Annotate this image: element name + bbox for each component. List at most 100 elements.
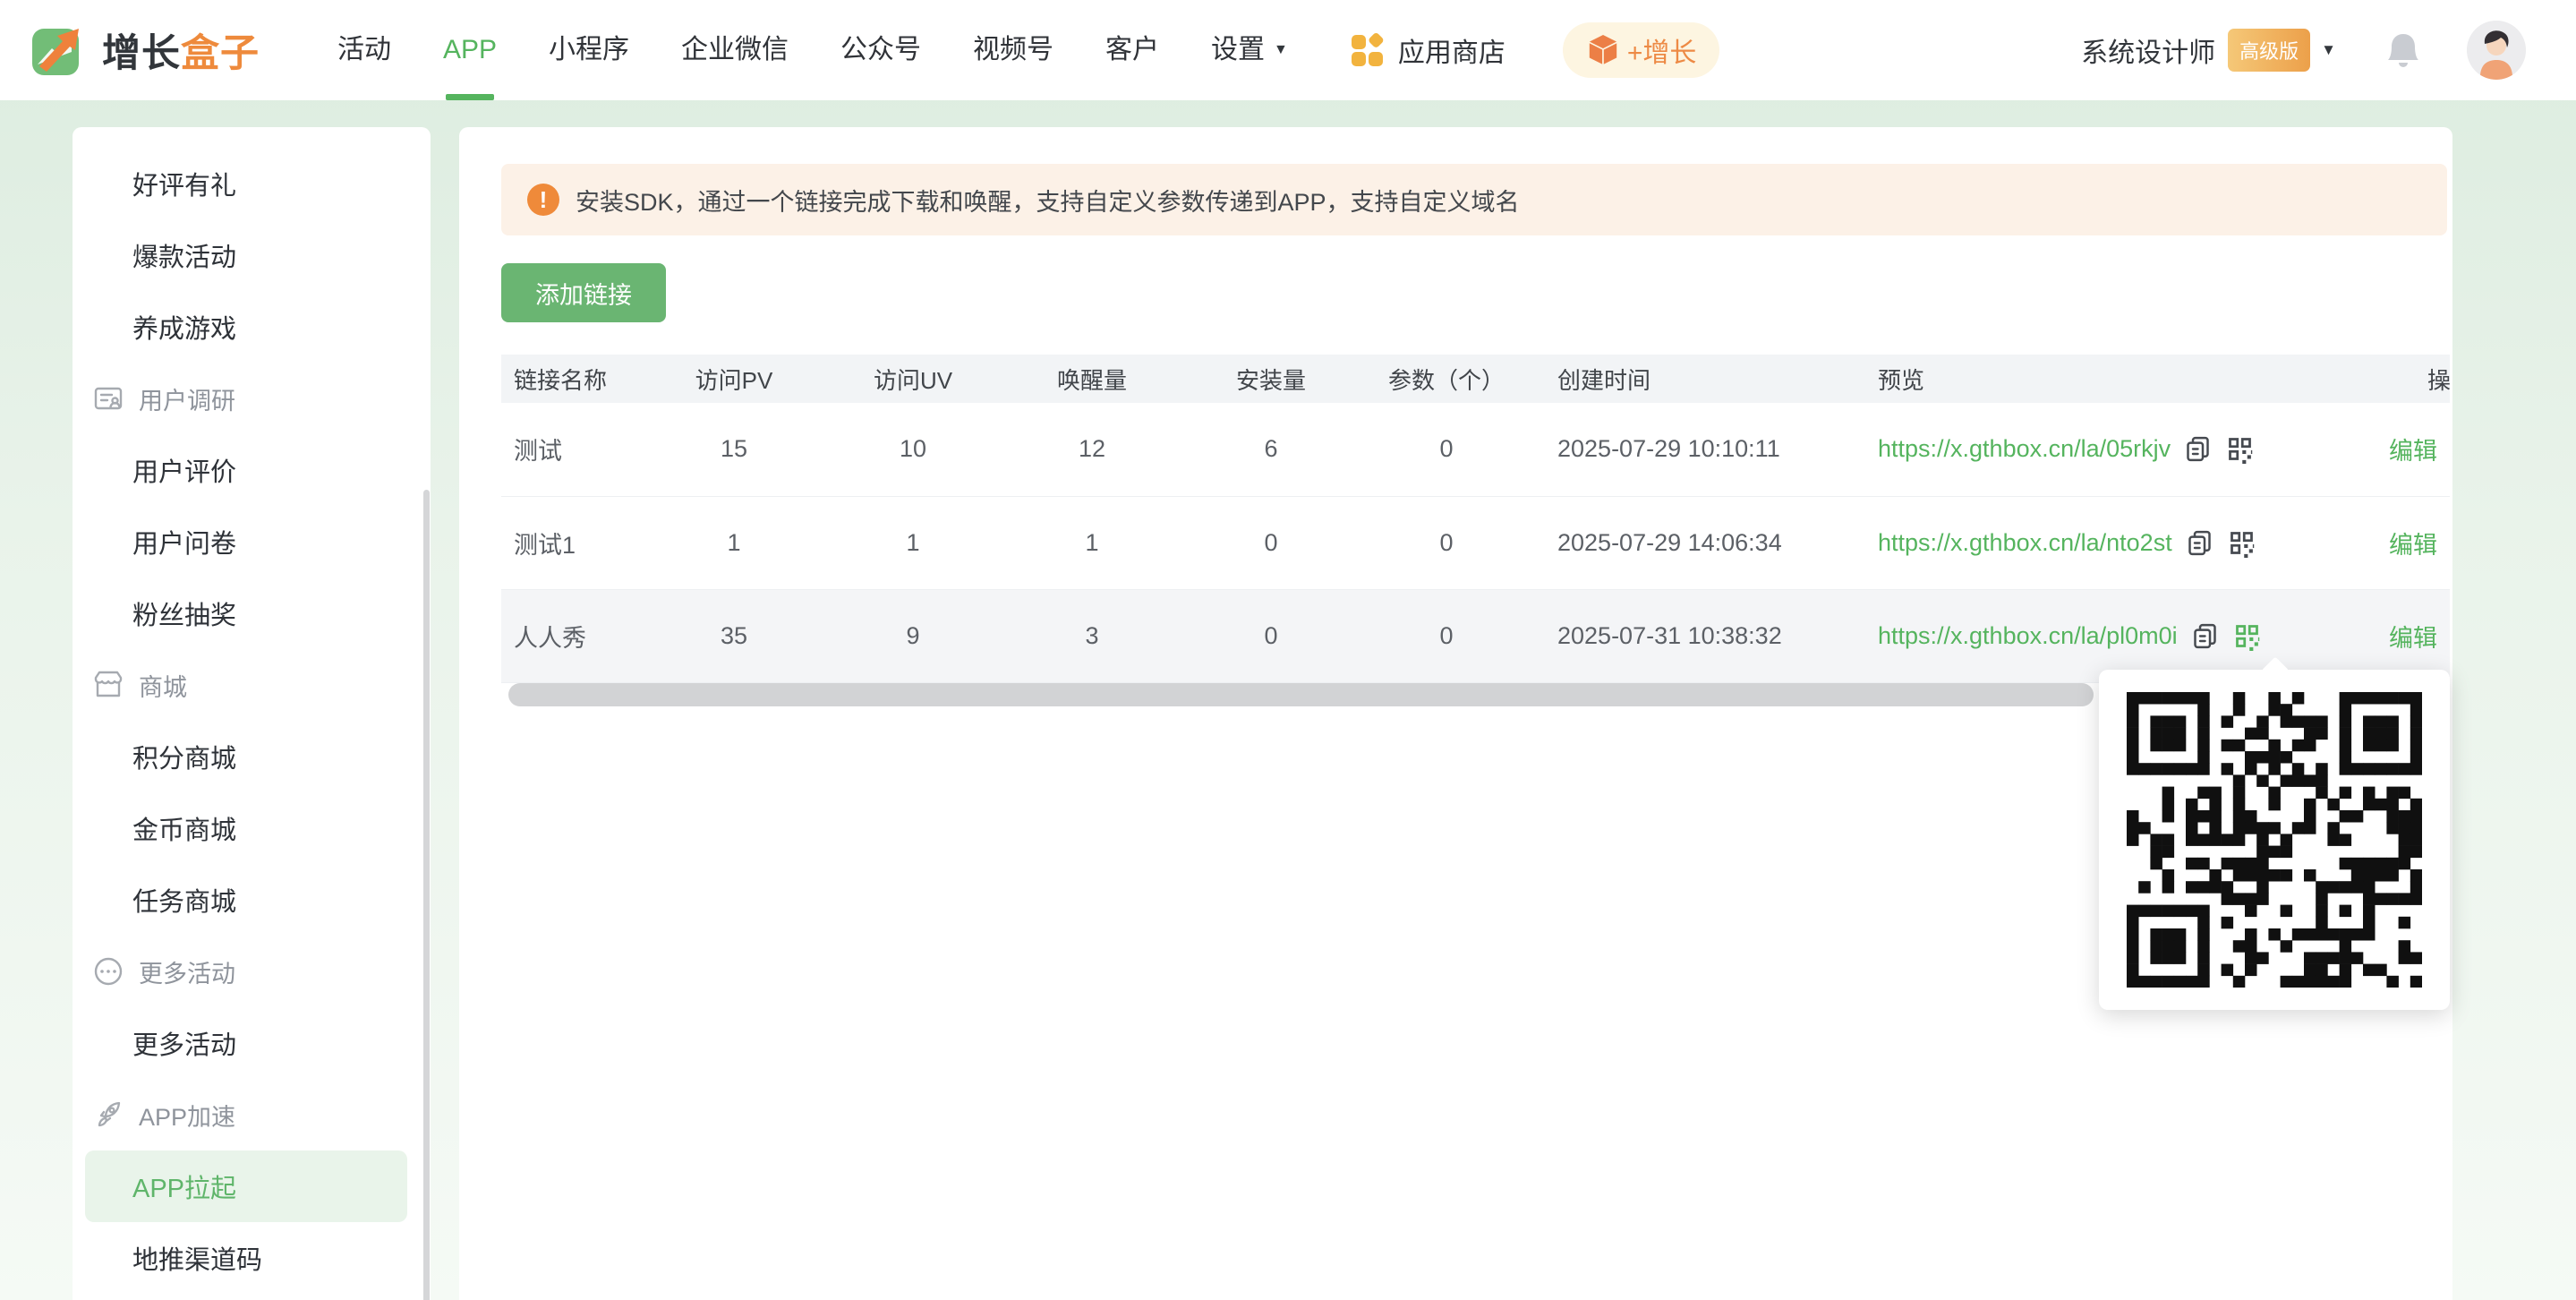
col-header-pv: 访问PV — [644, 355, 823, 403]
cell-install: 0 — [1181, 589, 1361, 683]
cube-icon — [1588, 35, 1618, 67]
cell-name: 测试 — [501, 403, 644, 497]
user-name: 系统设计师 — [2081, 38, 2216, 68]
app-store-icon — [1351, 33, 1384, 66]
sidebar-item-more-activities[interactable]: 更多活动 — [73, 1007, 431, 1079]
sidebar-item-yangcheng[interactable]: 养成游戏 — [73, 291, 431, 363]
preview-link[interactable]: https://x.gthbox.cn/la/05rkjv — [1878, 435, 2171, 463]
col-header-name: 链接名称 — [501, 355, 644, 403]
warning-icon: ! — [527, 184, 559, 216]
qrcode-icon-active[interactable] — [2232, 621, 2262, 651]
sidebar-section-label: 更多活动 — [139, 960, 235, 988]
edit-link[interactable]: 编辑 — [2389, 438, 2437, 465]
app-store-label: 应用商店 — [1397, 38, 1506, 68]
plan-badge: 高级版 — [2228, 29, 2311, 72]
sidebar-item-ditui-code[interactable]: 地推渠道码 — [73, 1222, 431, 1294]
top-nav: 活动 APP 小程序 企业微信 公众号 视频号 客户 设置 ▼ — [311, 0, 1314, 100]
sidebar-scrollbar-thumb[interactable] — [423, 490, 430, 1300]
brand-logo[interactable]: 增长盒子 — [32, 22, 260, 78]
cell-pv: 1 — [644, 496, 823, 590]
links-table-wrap: 链接名称 访问PV 访问UV 唤醒量 安装量 参数（个） 创建时间 预览 操作 … — [501, 355, 2450, 683]
tab-official-account[interactable]: 公众号 — [815, 0, 947, 100]
sidebar-item-jifen-mall[interactable]: 积分商城 — [73, 721, 431, 792]
edit-link[interactable]: 编辑 — [2389, 532, 2437, 559]
qrcode-icon[interactable] — [2225, 434, 2255, 465]
growth-plan-label: +增长 — [1626, 38, 1697, 68]
qr-popover — [2099, 656, 2450, 1010]
notification-bell-icon[interactable] — [2384, 30, 2422, 70]
brand-logo-icon — [32, 29, 79, 75]
survey-icon — [94, 387, 123, 410]
col-header-install: 安装量 — [1181, 355, 1361, 403]
sdk-info-banner: ! 安装SDK，通过一个链接完成下载和唤醒，支持自定义参数传递到APP，支持自定… — [501, 164, 2447, 235]
copy-icon[interactable] — [2183, 434, 2213, 464]
sidebar-item-app-laqi[interactable]: APP拉起 — [85, 1150, 407, 1222]
growth-plan-button[interactable]: +增长 — [1562, 22, 1720, 78]
shop-icon — [94, 671, 123, 697]
cell-wake: 3 — [1002, 589, 1181, 683]
add-link-button[interactable]: 添加链接 — [501, 263, 666, 322]
tab-settings[interactable]: 设置 ▼ — [1185, 0, 1314, 100]
main-content: ! 安装SDK，通过一个链接完成下载和唤醒，支持自定义参数传递到APP，支持自定… — [459, 127, 2452, 1300]
edit-link[interactable]: 编辑 — [2389, 625, 2437, 652]
sidebar-item-baokuan[interactable]: 爆款活动 — [73, 219, 431, 291]
more-icon — [94, 957, 123, 986]
tab-app[interactable]: APP — [417, 0, 523, 100]
col-header-created: 创建时间 — [1532, 355, 1862, 403]
sidebar-section-app-speed: APP加速 — [73, 1079, 431, 1150]
avatar[interactable] — [2467, 21, 2526, 80]
cell-pv: 35 — [644, 589, 823, 683]
sidebar-item-jinbi-mall[interactable]: 金币商城 — [73, 792, 431, 864]
tab-miniprogram[interactable]: 小程序 — [523, 0, 655, 100]
sidebar-item-haoping[interactable]: 好评有礼 — [73, 148, 431, 219]
sidebar-section-label: 用户调研 — [139, 387, 235, 415]
table-row: 测试1 1 1 1 0 0 2025-07-29 14:06:34 https:… — [501, 496, 2450, 590]
sidebar: 好评有礼 爆款活动 养成游戏 用户调研 用户评价 用户问卷 粉丝抽奖 商城 积分… — [73, 127, 431, 1300]
account-menu[interactable]: 系统设计师 高级版 ▼ — [2081, 29, 2336, 72]
sidebar-section-label: 商城 — [139, 673, 187, 701]
sidebar-section-mall: 商城 — [73, 649, 431, 721]
qrcode-icon[interactable] — [2227, 528, 2256, 558]
cell-params: 0 — [1361, 403, 1532, 497]
tab-huodong[interactable]: 活动 — [311, 0, 417, 100]
cell-install: 6 — [1181, 403, 1361, 497]
cell-name: 人人秀 — [501, 589, 644, 683]
rocket-icon — [98, 1101, 121, 1127]
col-header-params: 参数（个） — [1361, 355, 1532, 403]
table-header-row: 链接名称 访问PV 访问UV 唤醒量 安装量 参数（个） 创建时间 预览 操作 — [501, 355, 2450, 403]
cell-created: 2025-07-29 10:10:11 — [1532, 403, 1862, 497]
sidebar-item-wenjuan[interactable]: 用户问卷 — [73, 506, 431, 577]
sidebar-item-choujiang[interactable]: 粉丝抽奖 — [73, 577, 431, 649]
tab-video-account[interactable]: 视频号 — [947, 0, 1079, 100]
sidebar-section-more: 更多活动 — [73, 936, 431, 1007]
preview-link[interactable]: https://x.gthbox.cn/la/nto2st — [1878, 529, 2172, 557]
links-table: 链接名称 访问PV 访问UV 唤醒量 安装量 参数（个） 创建时间 预览 操作 … — [501, 355, 2450, 683]
tab-wecom[interactable]: 企业微信 — [655, 0, 815, 100]
sidebar-item-pingjia[interactable]: 用户评价 — [73, 434, 431, 506]
cell-name: 测试1 — [501, 496, 644, 590]
cell-uv: 10 — [823, 403, 1002, 497]
horizontal-scrollbar-thumb[interactable] — [508, 683, 2094, 706]
top-bar: 增长盒子 活动 APP 小程序 企业微信 公众号 视频号 客户 设置 ▼ 应用商… — [0, 0, 2576, 100]
cell-uv: 1 — [823, 496, 1002, 590]
cell-pv: 15 — [644, 403, 823, 497]
qr-code — [2127, 692, 2422, 988]
app-store-entry[interactable]: 应用商店 — [1350, 30, 1506, 70]
tab-customers[interactable]: 客户 — [1079, 0, 1185, 100]
top-right-group: 系统设计师 高级版 ▼ — [2081, 21, 2526, 80]
cell-uv: 9 — [823, 589, 1002, 683]
col-header-preview: 预览 — [1862, 355, 2363, 403]
cell-params: 0 — [1361, 589, 1532, 683]
col-header-wake: 唤醒量 — [1002, 355, 1181, 403]
brand-name: 增长盒子 — [102, 32, 260, 75]
sidebar-section-survey: 用户调研 — [73, 363, 431, 434]
chevron-down-icon: ▼ — [2321, 41, 2336, 58]
copy-icon[interactable] — [2190, 621, 2220, 651]
cell-created: 2025-07-31 10:38:32 — [1532, 589, 1862, 683]
preview-link[interactable]: https://x.gthbox.cn/la/pl0m0i — [1878, 622, 2178, 650]
copy-icon[interactable] — [2185, 528, 2214, 558]
sidebar-item-renwu-mall[interactable]: 任务商城 — [73, 864, 431, 936]
cell-params: 0 — [1361, 496, 1532, 590]
col-header-action: 操作 — [2363, 355, 2450, 403]
banner-text: 安装SDK，通过一个链接完成下载和唤醒，支持自定义参数传递到APP，支持自定义域… — [576, 188, 1520, 216]
